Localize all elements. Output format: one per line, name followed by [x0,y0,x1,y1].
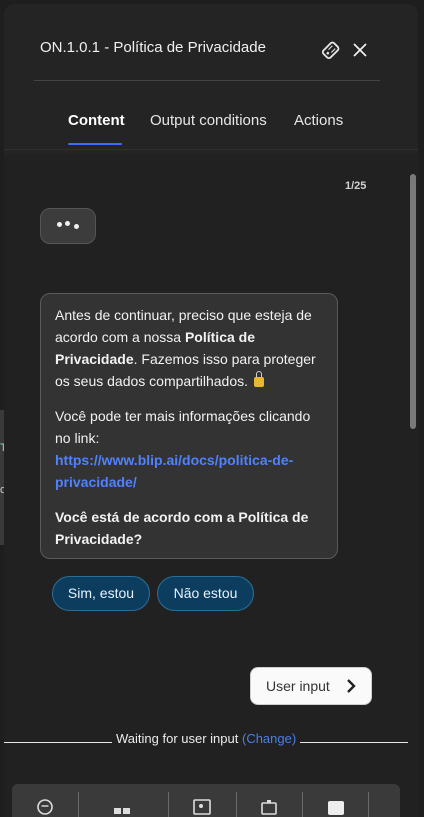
content-counter: 1/25 [345,180,367,192]
waiting-status: Waiting for user input (Change) [116,731,296,746]
message-question: Você está de acordo com a Política de Pr… [55,506,323,550]
tag-icon[interactable] [320,39,344,63]
panel-header: ON.1.0.1 - Política de Privacidade Conte… [4,4,418,154]
content-editor-panel: ON.1.0.1 - Política de Privacidade Conte… [4,4,418,817]
message-question-text: Você está de acordo com a Política de Pr… [55,509,309,547]
message-paragraph-2: Você pode ter mais informações clicando … [55,405,323,493]
media-icon[interactable] [112,798,132,816]
active-tab-indicator [68,143,122,145]
video-icon[interactable] [259,798,279,816]
content-toolbar [12,784,400,817]
message-text: Você pode ter mais informações clicando … [55,408,311,446]
message-text: Antes de continuar, preciso que esteja d… [55,307,312,345]
block-title: ON.1.0.1 - Política de Privacidade [40,39,266,56]
waiting-divider-left [4,742,112,743]
user-input-button[interactable]: User input [250,667,372,705]
tab-bar: Content Output conditions Actions [4,112,418,152]
tab-output-conditions[interactable]: Output conditions [150,112,267,139]
chevron-right-icon [347,679,356,693]
header-bottom-divider [4,149,418,150]
lock-icon [253,371,264,387]
typing-indicator[interactable] [40,208,96,244]
tab-actions[interactable]: Actions [294,112,343,139]
document-icon[interactable] [326,798,346,816]
change-link[interactable]: (Change) [242,731,296,746]
user-input-label: User input [266,678,330,694]
tab-content[interactable]: Content [68,112,125,139]
header-divider [34,80,380,81]
message-bubble[interactable]: Antes de continuar, preciso que esteja d… [40,293,338,559]
waiting-divider-right [300,742,408,743]
image-icon[interactable] [192,798,212,816]
waiting-label: Waiting for user input [116,731,239,746]
quick-reply-no[interactable]: Não estou [157,576,254,611]
message-paragraph-1: Antes de continuar, preciso que esteja d… [55,304,323,392]
close-icon[interactable] [350,39,374,63]
text-bubble-icon[interactable] [36,798,54,816]
scrollbar[interactable] [410,174,416,429]
quick-reply-yes[interactable]: Sim, estou [52,576,150,611]
privacy-policy-link[interactable]: https://www.blip.ai/docs/politica-de-pri… [55,452,293,490]
